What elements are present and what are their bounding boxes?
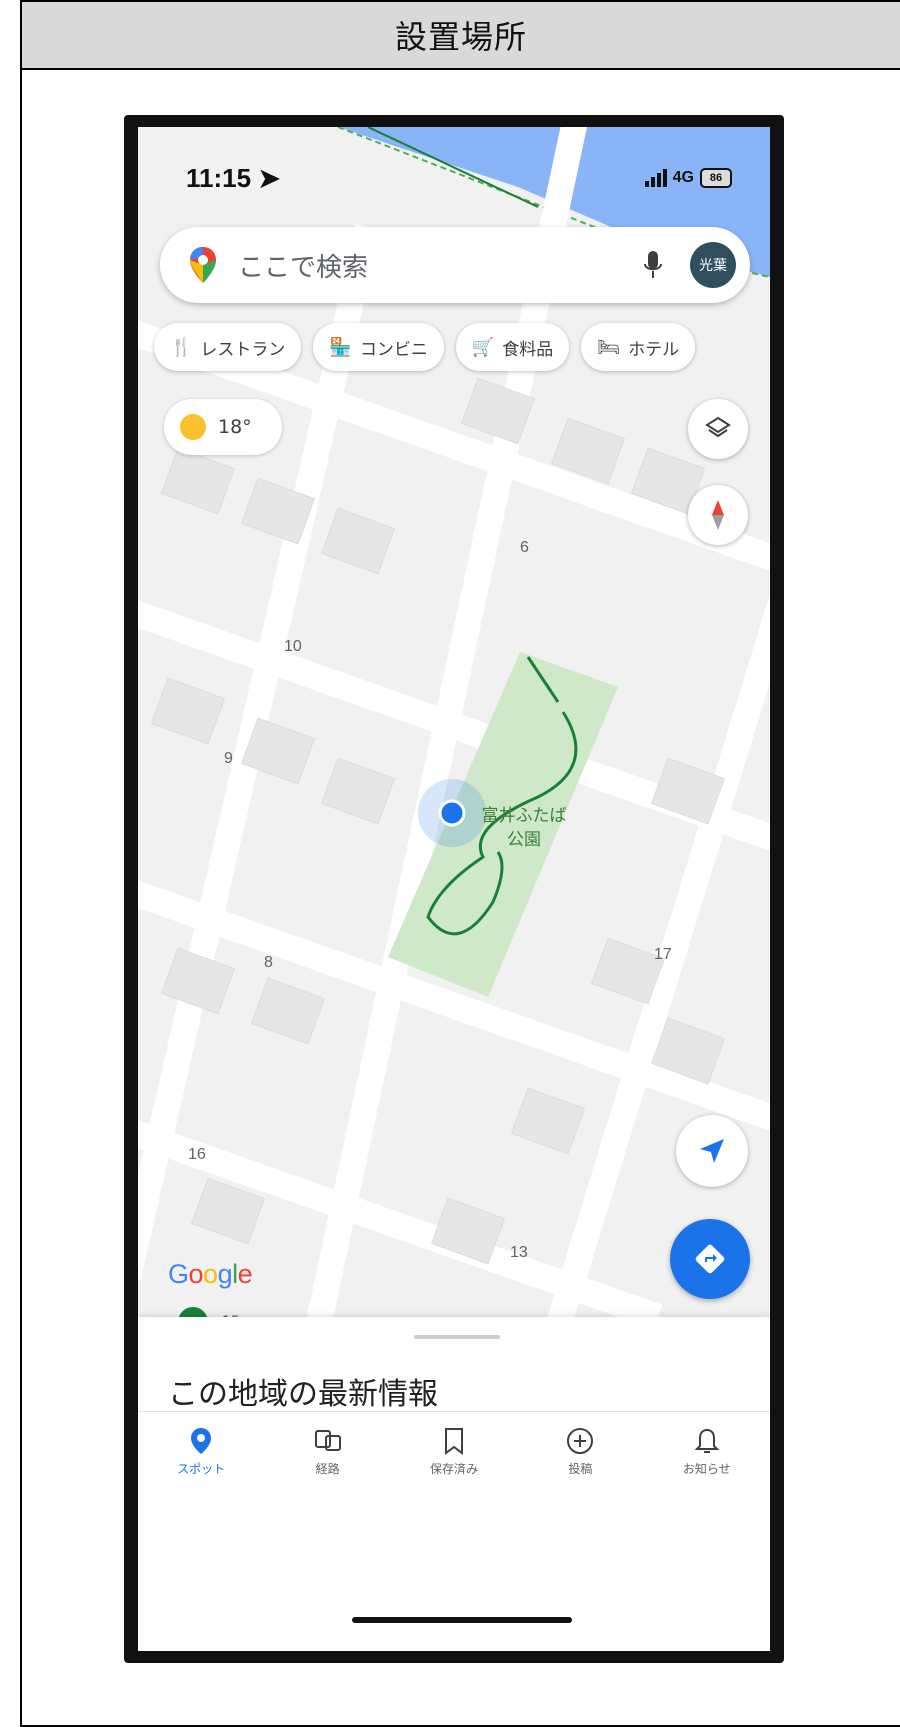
status-time-group: 11:15 ➤ <box>186 163 280 194</box>
nav-explore[interactable]: スポット <box>146 1426 256 1531</box>
directions-button[interactable] <box>670 1219 750 1299</box>
nav-label: お知らせ <box>682 1462 731 1476</box>
maps-screen: 6 10 9 8 17 16 13 富井ふたば 公園 11:15 ➤ 4G 86… <box>138 127 770 1651</box>
bottom-navigation: スポット 経路 保存済み 投稿 お知らせ <box>138 1411 770 1531</box>
chip-label: ホテル <box>628 339 680 360</box>
chip-label: コンビニ <box>359 339 428 360</box>
section-title: 設置場所 <box>22 2 900 70</box>
bookmark-icon <box>444 1428 463 1455</box>
plus-circle-icon <box>567 1428 594 1454</box>
google-logo: Google <box>168 1259 253 1289</box>
compass-button[interactable] <box>688 485 748 545</box>
block-number: 17 <box>654 946 672 963</box>
nav-label: 保存済み <box>429 1462 478 1476</box>
current-location-dot <box>438 799 466 827</box>
my-location-button[interactable] <box>676 1115 748 1187</box>
block-number: 10 <box>284 638 302 655</box>
account-avatar[interactable]: 光葉 <box>690 242 736 288</box>
nav-commute[interactable]: 経路 <box>273 1426 383 1531</box>
document-frame: 設置場所 6 10 9 8 17 16 13 富井ふたば 公園 11:15 ➤ … <box>20 0 900 1727</box>
commute-icon <box>314 1430 341 1451</box>
chip-label: レストラン <box>200 339 286 360</box>
park-name-label: 富井ふたば <box>482 806 567 825</box>
pin-icon <box>191 1428 212 1454</box>
map-view[interactable]: 6 10 9 8 17 16 13 富井ふたば 公園 <box>138 127 770 1317</box>
sun-icon <box>180 414 206 440</box>
temperature: 18° <box>218 416 252 438</box>
phone-frame: 6 10 9 8 17 16 13 富井ふたば 公園 11:15 ➤ 4G 86… <box>124 115 784 1663</box>
signal-icon <box>644 169 667 187</box>
nav-label: 投稿 <box>568 1462 593 1476</box>
chip-label: 食料品 <box>502 339 554 360</box>
chip-restaurant[interactable]: 🍴 レストラン <box>154 323 302 371</box>
status-time: 11:15 <box>186 162 252 193</box>
layers-button[interactable] <box>688 399 748 459</box>
bell-icon <box>694 1428 720 1453</box>
maps-pin-logo-icon <box>190 247 216 283</box>
chip-hotel[interactable]: 🛏 ホテル <box>581 323 696 371</box>
network-type: 4G <box>672 169 694 186</box>
battery-icon: 86 <box>700 168 732 188</box>
compass-icon <box>712 500 724 530</box>
nav-contribute[interactable]: 投稿 <box>525 1426 635 1531</box>
status-bar: 11:15 ➤ 4G 86 <box>138 127 770 207</box>
fork-knife-icon: 🍴 <box>170 336 193 358</box>
cart-icon: 🛒 <box>471 336 495 358</box>
nav-label: 経路 <box>315 1462 340 1476</box>
nav-saved[interactable]: 保存済み <box>399 1426 509 1531</box>
layers-icon <box>705 416 731 438</box>
bed-icon: 🛏 <box>597 336 621 358</box>
microphone-icon[interactable] <box>642 249 664 281</box>
directions-icon <box>695 1244 725 1274</box>
block-number: 8 <box>264 954 273 971</box>
chip-convenience-store[interactable]: 🏪 コンビニ <box>313 323 444 371</box>
sheet-drag-handle[interactable] <box>414 1335 500 1339</box>
chip-grocery[interactable]: 🛒 食料品 <box>455 323 570 371</box>
block-number: 9 <box>224 750 233 767</box>
block-number: 6 <box>520 539 529 556</box>
location-arrow-icon: ➤ <box>258 162 281 193</box>
category-chips: 🍴 レストラン 🏪 コンビニ 🛒 食料品 🛏 ホテル <box>154 323 770 373</box>
block-number: 16 <box>188 1146 206 1163</box>
nav-label: スポット <box>177 1462 226 1476</box>
navigation-arrow-icon <box>700 1139 724 1163</box>
search-input[interactable]: ここで検索 <box>238 247 642 284</box>
home-indicator[interactable] <box>352 1617 572 1623</box>
store-icon: 🏪 <box>329 336 352 358</box>
park-name-label: 公園 <box>507 830 541 849</box>
sheet-title: この地域の最新情報 <box>168 1377 438 1412</box>
nav-updates[interactable]: お知らせ <box>652 1426 762 1531</box>
weather-badge[interactable]: 18° <box>164 399 282 455</box>
block-number: 13 <box>510 1244 528 1261</box>
search-bar[interactable]: ここで検索 光葉 <box>160 227 750 303</box>
status-right: 4G 86 <box>644 168 732 188</box>
